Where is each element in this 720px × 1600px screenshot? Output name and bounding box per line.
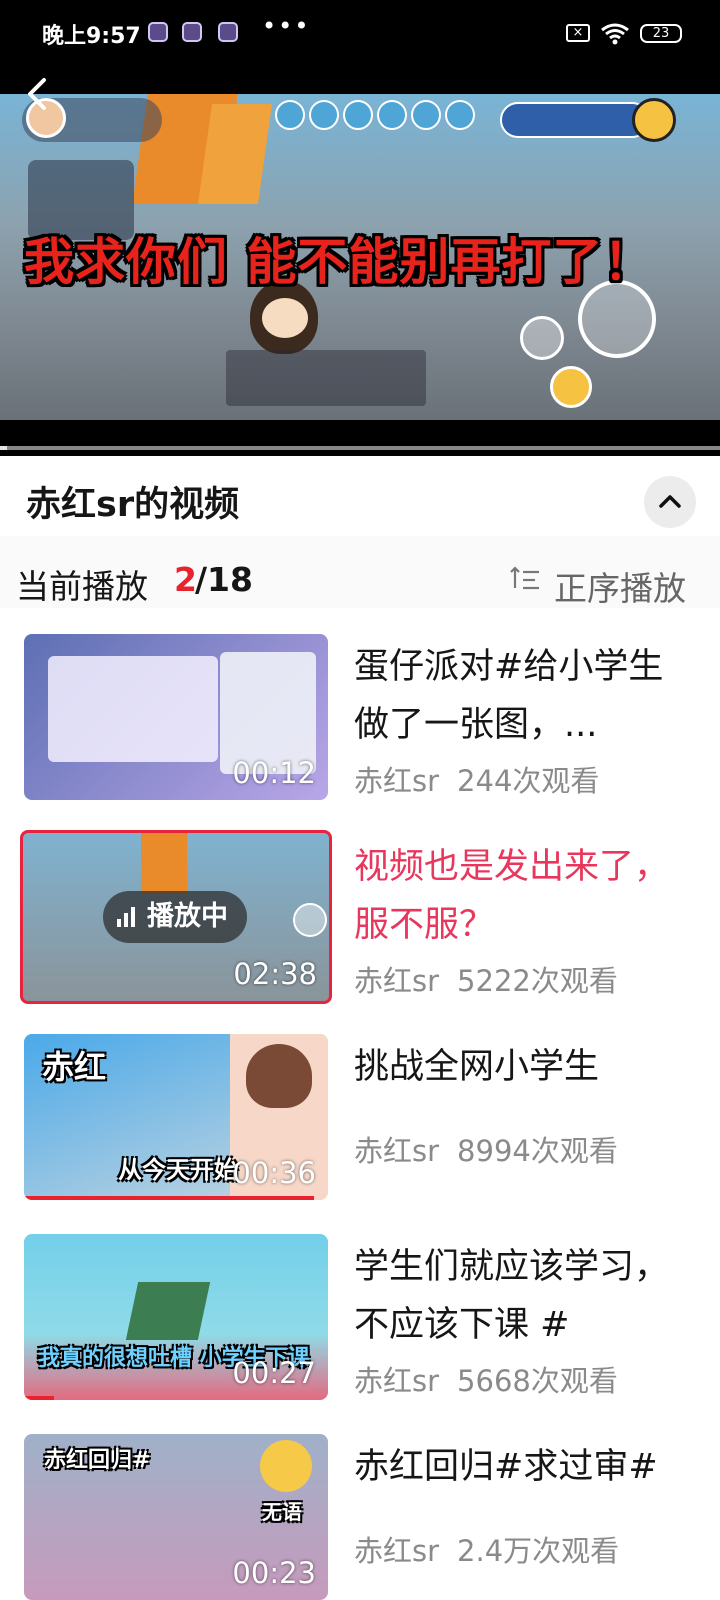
video-duration: 02:38 [233,957,317,991]
game-action-button [550,366,592,408]
battery-icon: 23 [640,24,682,43]
video-thumbnail: 00:12 [24,634,328,800]
video-views: 244次观看 [457,764,600,798]
game-banner [197,104,273,204]
video-title: 蛋仔派对#给小学生做了一张图，... [354,647,664,745]
game-menu-icons [275,100,475,134]
chevron-up-icon [659,495,681,508]
video-progress-fill [0,446,8,450]
now-playing-label: 播放中 [147,901,228,932]
thumbnail-subtitle: 从今天开始 [118,1156,238,1184]
app-notification-icon [182,22,202,42]
video-thumbnail: 播放中 02:38 [20,830,332,1004]
video-list-item[interactable]: 赤红回归# 无语 00:23 赤红回归#求过审# 赤红sr 2.4万次观看 [0,1434,720,1600]
app-notification-icon [218,22,238,42]
video-top-bar [0,70,720,94]
game-chat [226,350,426,406]
video-thumbnail: 我真的很想吐槽 小学生下课 00:27 [24,1234,328,1400]
thumbnail-label: 赤红 [42,1048,107,1086]
video-author: 赤红sr [354,764,440,798]
app-notification-icon [148,22,168,42]
video-player[interactable]: 我求你们 能不能别再打了！ [0,94,720,420]
video-title: 视频也是发出来了，服不服？ [354,847,670,945]
back-arrow-icon[interactable] [18,74,58,114]
video-author: 赤红sr [354,1534,440,1568]
video-list-item-playing[interactable]: 播放中 02:38 视频也是发出来了，服不服？ 赤红sr 5222次观看 [0,830,720,1024]
status-bar: 晚上9:57 ••• × 23 [0,0,720,70]
video-duration: 00:27 [232,1356,316,1390]
video-caption: 我求你们 能不能别再打了！ [24,233,655,291]
playlist-title: 赤红sr的视频 [26,485,240,525]
video-duration: 00:36 [232,1156,316,1190]
video-meta: 赤红sr 5222次观看 [354,958,618,1000]
video-meta: 赤红sr 8994次观看 [354,1128,618,1170]
thumbnail-label: 赤红回归# [44,1448,151,1473]
now-playing-badge: 播放中 [103,891,247,943]
video-list-item[interactable]: 00:12 蛋仔派对#给小学生做了一张图，... 赤红sr 244次观看 [0,634,720,824]
video-views: 5222次观看 [457,964,618,998]
wifi-icon [601,23,629,45]
video-list-item[interactable]: 我真的很想吐槽 小学生下课 00:27 学生们就应该学习，不应该下课 # 赤红s… [0,1234,720,1424]
sort-order-label[interactable]: 正序播放 [554,562,686,610]
game-character-face [262,298,308,338]
video-author: 赤红sr [354,964,440,998]
playing-bars-icon [117,907,141,927]
video-meta: 赤红sr 244次观看 [354,758,599,800]
video-list-item[interactable]: 赤红 从今天开始 00:36 挑战全网小学生 赤红sr 8994次观看 [0,1034,720,1224]
video-meta: 赤红sr 5668次观看 [354,1358,618,1400]
game-mode-pill [500,102,650,138]
game-action-button [520,316,564,360]
video-views: 5668次观看 [457,1364,618,1398]
more-notifications-icon: ••• [262,12,311,40]
video-duration: 00:12 [232,756,316,790]
game-party-badge [632,98,676,142]
watched-progress [24,1196,314,1200]
video-views: 2.4万次观看 [457,1534,620,1568]
now-playing-index: 2 [174,560,197,599]
thumbnail-subtitle: 无语 [262,1500,302,1524]
video-bottom-bar [0,420,720,456]
video-views: 8994次观看 [457,1134,618,1168]
video-author: 赤红sr [354,1364,440,1398]
now-playing-label: 当前播放 [16,567,148,606]
status-time: 晚上9:57 [42,24,141,49]
sort-order-icon[interactable] [510,566,540,594]
video-author: 赤红sr [354,1134,440,1168]
video-title: 学生们就应该学习，不应该下课 # [354,1247,670,1345]
watched-progress [24,1396,54,1400]
video-title: 挑战全网小学生 [354,1047,600,1087]
video-progress-track[interactable] [0,446,720,450]
video-thumbnail: 赤红 从今天开始 00:36 [24,1034,328,1200]
video-title: 赤红回归#求过审# [354,1447,658,1487]
video-duration: 00:23 [232,1556,316,1590]
collapse-button[interactable] [644,476,696,528]
video-thumbnail: 赤红回归# 无语 00:23 [24,1434,328,1600]
sim-off-icon: × [566,24,590,42]
video-meta: 赤红sr 2.4万次观看 [354,1528,619,1570]
playlist-total: /18 [195,560,253,599]
